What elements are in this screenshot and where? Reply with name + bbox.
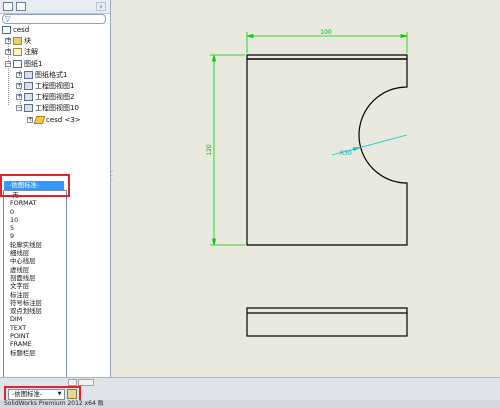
tree-item-label: 图纸格式1: [35, 71, 68, 79]
dimension-radius-text[interactable]: R30: [340, 150, 352, 157]
layer-option[interactable]: 虚线层: [4, 266, 66, 274]
panel-toolbar: ›: [0, 0, 110, 14]
tree-item-sheet1[interactable]: − 图纸1: [5, 59, 42, 69]
layer-option[interactable]: 标题栏层: [4, 349, 66, 357]
layer-option[interactable]: POINT: [4, 332, 66, 340]
layer-option[interactable]: FORMAT: [4, 199, 66, 207]
part-icon: [33, 116, 46, 124]
drawing-view-front[interactable]: [246, 54, 408, 246]
filter-icon: ▽: [5, 15, 11, 23]
layer-option[interactable]: FRAME: [4, 340, 66, 348]
expand-icon[interactable]: +: [16, 72, 22, 78]
scroll-left-icon[interactable]: [68, 379, 77, 386]
tree-item-view2[interactable]: + 工程图视图2: [16, 92, 74, 102]
tree-item-part[interactable]: + cesd <3>: [27, 115, 81, 125]
tree-item-annotations[interactable]: + 注解: [5, 47, 38, 57]
tree-item-sheet-format[interactable]: + 图纸格式1: [16, 70, 67, 80]
tree-root-label: cesd: [13, 26, 30, 34]
collapse-icon[interactable]: −: [16, 105, 22, 111]
highlight-box-selected: [0, 174, 70, 197]
drawing-view-icon: [24, 104, 33, 112]
tree-item-label: cesd <3>: [46, 116, 81, 124]
annotation-icon: [13, 48, 22, 56]
tree-item-view1[interactable]: + 工程图视图1: [16, 81, 74, 91]
block-folder-icon: [13, 37, 22, 45]
status-bar: SolidWorks Premium 2012 x64 版: [0, 400, 500, 408]
expand-icon[interactable]: +: [27, 117, 33, 123]
tree-item-blocks[interactable]: + 块: [5, 36, 31, 46]
dimension-width-text[interactable]: 100: [320, 29, 332, 36]
panel-collapse-handle[interactable]: · · ·: [111, 170, 116, 184]
tree-filter-input[interactable]: ▽: [2, 14, 106, 24]
layer-dropdown-list[interactable]: -无- FORMAT 0 10 5 9 轮廓实线层 细线层 中心线层 虚线层 剖…: [3, 190, 67, 387]
tree-item-label: 工程图视图10: [35, 104, 79, 112]
layer-option[interactable]: TEXT: [4, 324, 66, 332]
sheet-tab-icon[interactable]: [78, 379, 94, 386]
dimension-height-text[interactable]: 120: [206, 144, 213, 156]
tree-item-label: 块: [24, 37, 31, 45]
layer-option[interactable]: 轮廓实线层: [4, 241, 66, 249]
tree-item-view10[interactable]: − 工程图视图10: [16, 103, 79, 113]
tree-item-label: 图纸1: [24, 60, 43, 68]
drawing-view-icon: [24, 93, 33, 101]
property-manager-tab-icon[interactable]: [16, 2, 26, 11]
panel-arrow-icon[interactable]: ›: [96, 2, 106, 11]
drawing-view-bottom[interactable]: [246, 307, 408, 337]
drawing-view-icon: [24, 82, 33, 90]
expand-icon[interactable]: +: [5, 49, 11, 55]
layer-option[interactable]: 文字层: [4, 282, 66, 290]
layer-option[interactable]: 标注层: [4, 291, 66, 299]
layer-option[interactable]: 10: [4, 216, 66, 224]
tree-item-label: 工程图视图2: [35, 93, 75, 101]
dimension-height[interactable]: [210, 54, 245, 246]
expand-icon[interactable]: +: [5, 38, 11, 44]
status-text: SolidWorks Premium 2012 x64 版: [4, 400, 104, 407]
layer-option[interactable]: 9: [4, 232, 66, 240]
sheet-format-icon: [24, 71, 33, 79]
layer-option[interactable]: 双点划线层: [4, 307, 66, 315]
tree-root[interactable]: cesd: [2, 25, 29, 35]
layer-option[interactable]: 5: [4, 224, 66, 232]
tree-item-label: 注解: [24, 48, 38, 56]
drawing-doc-icon: [2, 26, 11, 34]
expand-icon[interactable]: +: [16, 83, 22, 89]
sheet-icon: [13, 60, 22, 68]
layer-option[interactable]: 符号标注层: [4, 299, 66, 307]
layer-option[interactable]: DIM: [4, 315, 66, 323]
feature-tree-tab-icon[interactable]: [3, 2, 13, 11]
layer-option[interactable]: 0: [4, 208, 66, 216]
collapse-icon[interactable]: −: [5, 61, 11, 67]
layer-option[interactable]: 中心线层: [4, 257, 66, 265]
tree-item-label: 工程图视图1: [35, 82, 75, 90]
expand-icon[interactable]: +: [16, 94, 22, 100]
